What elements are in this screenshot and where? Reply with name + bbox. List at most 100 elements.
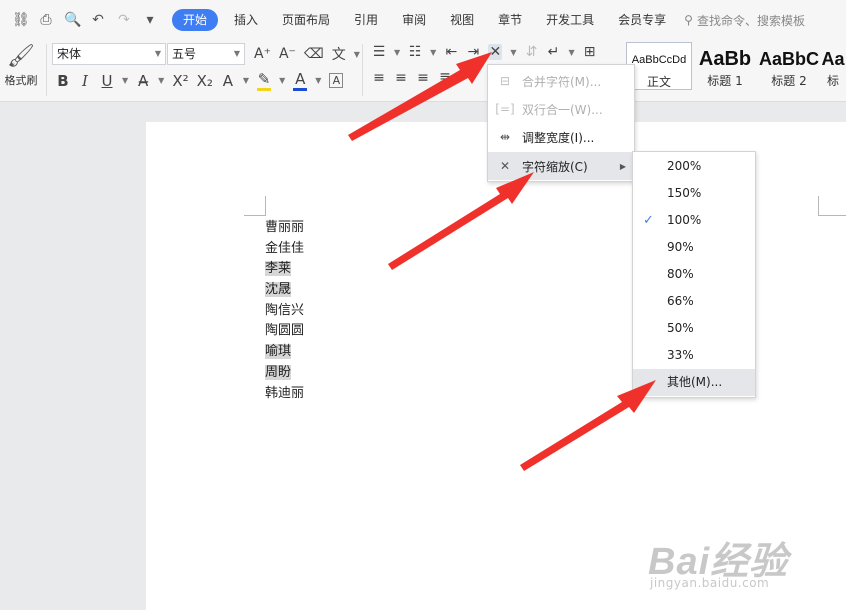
- paintbrush-icon: 🖌: [7, 44, 35, 69]
- link-icon[interactable]: ⛓: [12, 12, 30, 28]
- watermark-url: jingyan.baidu.com: [650, 576, 770, 590]
- sort-icon[interactable]: ⇵: [524, 44, 538, 60]
- name-line: 韩迪丽: [265, 385, 305, 401]
- tab-insert[interactable]: 插入: [222, 0, 270, 40]
- character-scaling-submenu: 200% 150% ✓ 100% 90% 80% 66% 50% 33% 其他(…: [632, 151, 756, 398]
- margin-mark-top-right: [818, 196, 846, 216]
- paragraph-tools-bottom: ≡ ≡ ≡ ≣: [372, 70, 452, 86]
- paragraph-mark-icon[interactable]: ↵: [546, 44, 560, 60]
- style-heading-2[interactable]: AaBbC 标题 2: [758, 42, 820, 90]
- underline-icon[interactable]: U: [100, 72, 114, 90]
- tab-developer[interactable]: 开发工具: [534, 0, 606, 40]
- command-search[interactable]: ⚲ 查找命令、搜索模板: [684, 12, 805, 29]
- checkmark-icon: ✓: [643, 213, 654, 228]
- scale-option[interactable]: 150%: [633, 180, 755, 207]
- chevron-down-icon[interactable]: ▼: [394, 48, 400, 57]
- scale-option[interactable]: 50%: [633, 315, 755, 342]
- menu-item-adjust-width[interactable]: ⇹ 调整宽度(I)...: [488, 123, 634, 151]
- chevron-down-icon[interactable]: ▼: [354, 50, 360, 59]
- tab-member[interactable]: 会员专享: [606, 0, 678, 40]
- name-line: 金佳佳: [265, 240, 305, 256]
- highlight-color-icon[interactable]: ✎: [257, 70, 272, 91]
- style-heading-1[interactable]: AaBb 标题 1: [692, 42, 758, 90]
- chevron-down-icon[interactable]: ▼: [510, 48, 516, 57]
- chevron-down-icon[interactable]: ▼: [158, 76, 164, 85]
- font-size-select[interactable]: 五号 ▼: [167, 43, 245, 65]
- quick-access-toolbar: ⛓ ⎙ 🔍 ↶ ↷ ▾: [0, 12, 168, 28]
- chevron-down-icon[interactable]: ▼: [568, 48, 574, 57]
- name-line: 陶圆圆: [265, 323, 305, 339]
- tab-view[interactable]: 视图: [438, 0, 486, 40]
- chevron-down-icon[interactable]: ▼: [430, 48, 436, 57]
- tab-section[interactable]: 章节: [486, 0, 534, 40]
- name-line: 陶信兴: [265, 302, 305, 318]
- style-heading-3[interactable]: Aa 标: [820, 42, 846, 90]
- phonetic-guide-icon[interactable]: 文: [332, 44, 346, 64]
- grow-font-icon[interactable]: A⁺: [254, 46, 271, 62]
- divider: [362, 44, 363, 96]
- align-left-icon[interactable]: ≡: [372, 70, 386, 86]
- name-line-selected: 沈晟: [265, 282, 292, 298]
- format-painter-label: 格式刷: [4, 74, 38, 87]
- tab-references[interactable]: 引用: [342, 0, 390, 40]
- clear-format-icon[interactable]: ⌫: [304, 46, 324, 62]
- font-name-value: 宋体: [57, 47, 82, 61]
- decrease-indent-icon[interactable]: ⇤: [444, 44, 458, 60]
- tab-home[interactable]: 开始: [172, 9, 219, 31]
- scale-option[interactable]: 200%: [633, 153, 755, 180]
- table-grid-icon[interactable]: ⊞: [583, 44, 597, 60]
- chevron-down-icon[interactable]: ▼: [122, 76, 128, 85]
- style-name: 标题 1: [707, 74, 743, 88]
- chinese-layout-icon[interactable]: ✕: [488, 44, 503, 60]
- align-center-icon[interactable]: ≡: [394, 70, 408, 86]
- scale-option[interactable]: 33%: [633, 342, 755, 369]
- italic-icon[interactable]: I: [78, 72, 92, 90]
- distributed-align-icon[interactable]: ≣: [438, 70, 452, 86]
- name-list[interactable]: 曹丽丽 金佳佳 李莱 沈晟 陶信兴 陶圆圆 喻琪 周盼 韩迪丽: [265, 218, 304, 404]
- chevron-down-icon[interactable]: ▼: [243, 76, 249, 85]
- font-format-tools: B I U ▼ A̶ ▼ X² X₂ A ▼ ✎ ▼ A ▼ A: [56, 70, 344, 91]
- scale-option[interactable]: 66%: [633, 288, 755, 315]
- bullet-list-icon[interactable]: ☰: [372, 44, 386, 60]
- style-preview: AaBbCcDd: [631, 54, 687, 66]
- menu-item-two-lines-in-one[interactable]: [=] 双行合一(W)...: [488, 95, 634, 123]
- character-border-icon[interactable]: A: [329, 73, 344, 88]
- font-name-select[interactable]: 宋体 ▼: [52, 43, 166, 65]
- numbered-list-icon[interactable]: ☷: [408, 44, 422, 60]
- style-name: 标: [826, 74, 839, 88]
- chevron-right-icon: ▶: [619, 161, 626, 171]
- strikethrough-icon[interactable]: A̶: [136, 72, 150, 90]
- bold-icon[interactable]: B: [56, 72, 70, 90]
- tab-review[interactable]: 审阅: [390, 0, 438, 40]
- chevron-down-icon[interactable]: ▼: [279, 76, 285, 85]
- print-icon[interactable]: ⎙: [38, 12, 54, 28]
- style-normal[interactable]: AaBbCcDd 正文: [626, 42, 692, 90]
- superscript-icon[interactable]: X²: [172, 72, 188, 90]
- scale-option-checked[interactable]: ✓ 100%: [633, 207, 755, 234]
- two-lines-icon: [=]: [495, 102, 515, 116]
- paragraph-tools-top: ☰ ▼ ☷ ▼ ⇤ ⇥ ✕ ▼ ⇵ ↵ ▼ ⊞: [372, 44, 597, 60]
- increase-indent-icon[interactable]: ⇥: [466, 44, 480, 60]
- text-effect-icon[interactable]: A: [221, 72, 235, 90]
- style-preview: AaBb: [698, 48, 752, 70]
- scale-option[interactable]: 90%: [633, 234, 755, 261]
- redo-icon[interactable]: ↷: [116, 12, 132, 28]
- undo-icon[interactable]: ↶: [90, 12, 106, 28]
- menu-item-combine-characters[interactable]: ⊟ 合并字符(M)...: [488, 67, 634, 95]
- subscript-icon[interactable]: X₂: [197, 72, 213, 90]
- tab-page-layout[interactable]: 页面布局: [270, 0, 342, 40]
- margin-mark-top-left: [244, 196, 266, 216]
- shrink-font-icon[interactable]: A⁻: [279, 46, 296, 62]
- combine-characters-icon: ⊟: [499, 74, 511, 88]
- align-right-icon[interactable]: ≡: [416, 70, 430, 86]
- style-gallery: AaBbCcDd 正文 AaBb 标题 1 AaBbC 标题 2 Aa 标: [626, 42, 846, 90]
- print-preview-icon[interactable]: 🔍: [64, 12, 81, 28]
- format-painter-button[interactable]: 🖌 格式刷: [0, 42, 42, 98]
- font-size-value: 五号: [172, 47, 197, 61]
- customize-chevron-icon[interactable]: ▾: [142, 12, 158, 28]
- scale-option-other[interactable]: 其他(M)...: [633, 369, 755, 396]
- font-color-icon[interactable]: A: [293, 70, 308, 91]
- scale-option[interactable]: 80%: [633, 261, 755, 288]
- chevron-down-icon[interactable]: ▼: [315, 76, 321, 85]
- menu-item-character-scaling[interactable]: ✕ 字符缩放(C) ▶: [488, 152, 634, 180]
